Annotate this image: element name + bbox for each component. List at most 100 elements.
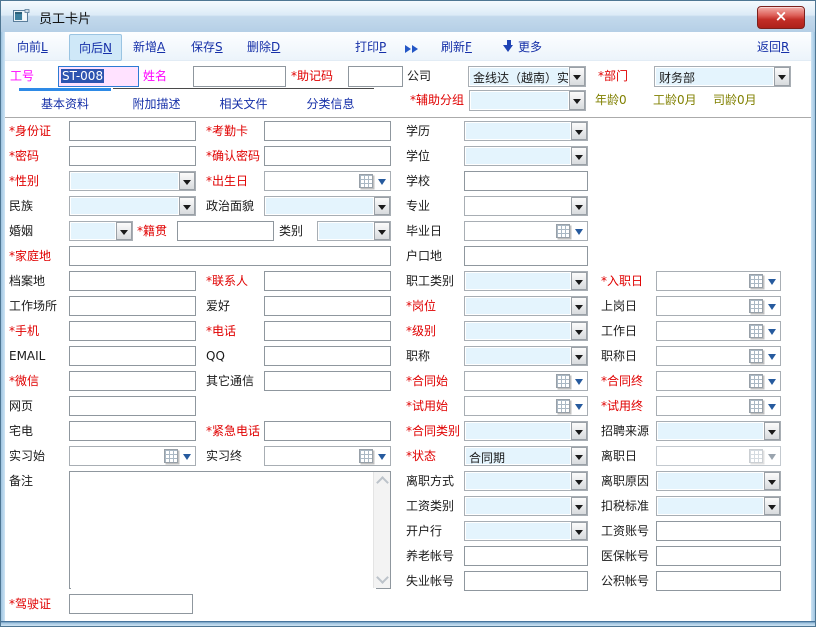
calendar-icon[interactable] [749, 374, 763, 388]
school-field[interactable] [464, 171, 588, 191]
notes-textarea[interactable] [71, 473, 376, 591]
grade-field[interactable] [464, 321, 588, 341]
home-address-field[interactable] [69, 246, 391, 266]
status-field[interactable]: 合同期 [464, 446, 588, 466]
dropdown-arrow-icon[interactable] [571, 197, 587, 215]
dropdown-arrow-icon[interactable] [571, 297, 587, 315]
dropdown-arrow-icon[interactable] [764, 497, 780, 515]
bank-field[interactable] [464, 521, 588, 541]
mobile-field[interactable] [69, 321, 196, 341]
scrollbar[interactable] [373, 472, 390, 588]
internship-end-field[interactable] [264, 446, 391, 466]
recruitment-source-field[interactable] [656, 421, 781, 441]
webpage-field[interactable] [69, 396, 196, 416]
internship-start-field[interactable] [69, 446, 196, 466]
dropdown-arrow-icon[interactable] [179, 197, 195, 215]
dropdown-arrow-icon[interactable] [571, 147, 587, 165]
dropdown-arrow-icon[interactable] [768, 304, 776, 314]
departure-method-field[interactable] [464, 471, 588, 491]
gender-field[interactable] [69, 171, 196, 191]
calendar-icon[interactable] [749, 274, 763, 288]
dropdown-arrow-icon[interactable] [768, 379, 776, 389]
archive-location-field[interactable] [69, 271, 196, 291]
dropdown-arrow-icon[interactable] [571, 122, 587, 140]
title-date-field[interactable] [656, 346, 781, 366]
salary-category-field[interactable] [464, 496, 588, 516]
email-field[interactable] [69, 346, 196, 366]
attendance-card-field[interactable] [264, 121, 391, 141]
dropdown-arrow-icon[interactable] [768, 454, 776, 464]
salary-account-field[interactable] [656, 521, 781, 541]
calendar-icon[interactable] [749, 349, 763, 363]
hobby-field[interactable] [264, 296, 391, 316]
calendar-icon[interactable] [749, 449, 763, 463]
graduation-date-field[interactable] [464, 221, 588, 241]
emergency-phone-field[interactable] [264, 421, 391, 441]
dropdown-arrow-icon[interactable] [768, 404, 776, 414]
dropdown-arrow-icon[interactable] [378, 454, 386, 464]
calendar-icon[interactable] [749, 399, 763, 413]
work-date-field[interactable] [656, 321, 781, 341]
household-registration-field[interactable] [464, 246, 588, 266]
marital-status-field[interactable] [69, 221, 133, 241]
confirm-password-field[interactable] [264, 146, 391, 166]
calendar-icon[interactable] [749, 324, 763, 338]
dropdown-arrow-icon[interactable] [374, 197, 390, 215]
employee-category-field[interactable] [464, 271, 588, 291]
other-contact-field[interactable] [264, 371, 391, 391]
contact-person-field[interactable] [264, 271, 391, 291]
drivers-license-field[interactable] [69, 594, 193, 614]
calendar-icon[interactable] [556, 399, 570, 413]
position-field[interactable] [464, 296, 588, 316]
major-field[interactable] [464, 196, 588, 216]
dropdown-arrow-icon[interactable] [764, 472, 780, 490]
calendar-icon[interactable] [556, 224, 570, 238]
scroll-down-icon[interactable] [376, 571, 389, 584]
home-phone-field[interactable] [69, 421, 196, 441]
dropdown-arrow-icon[interactable] [571, 472, 587, 490]
scroll-up-icon[interactable] [376, 476, 389, 489]
medical-account-field[interactable] [656, 546, 781, 566]
calendar-icon[interactable] [359, 449, 373, 463]
birth-date-field[interactable] [264, 171, 391, 191]
dropdown-arrow-icon[interactable] [768, 354, 776, 364]
calendar-icon[interactable] [556, 374, 570, 388]
contract-type-field[interactable] [464, 421, 588, 441]
qq-field[interactable] [264, 346, 391, 366]
education-field[interactable] [464, 121, 588, 141]
dropdown-arrow-icon[interactable] [571, 497, 587, 515]
unemployment-account-field[interactable] [464, 571, 588, 591]
housing-fund-account-field[interactable] [656, 571, 781, 591]
tax-standard-field[interactable] [656, 496, 781, 516]
id-number-field[interactable] [69, 121, 196, 141]
probation-end-field[interactable] [656, 396, 781, 416]
pension-account-field[interactable] [464, 546, 588, 566]
dropdown-arrow-icon[interactable] [183, 454, 191, 464]
dropdown-arrow-icon[interactable] [571, 322, 587, 340]
dropdown-arrow-icon[interactable] [571, 422, 587, 440]
calendar-icon[interactable] [749, 299, 763, 313]
departure-date-field[interactable] [656, 446, 781, 466]
dropdown-arrow-icon[interactable] [179, 172, 195, 190]
phone-field[interactable] [264, 321, 391, 341]
calendar-icon[interactable] [164, 449, 178, 463]
departure-reason-field[interactable] [656, 471, 781, 491]
job-title-field[interactable] [464, 346, 588, 366]
contract-start-field[interactable] [464, 371, 588, 391]
start-date-field[interactable] [656, 296, 781, 316]
dropdown-arrow-icon[interactable] [378, 179, 386, 189]
dropdown-arrow-icon[interactable] [571, 447, 587, 465]
category-field[interactable] [317, 221, 391, 241]
dropdown-arrow-icon[interactable] [571, 272, 587, 290]
calendar-icon[interactable] [359, 174, 373, 188]
dropdown-arrow-icon[interactable] [374, 222, 390, 240]
dropdown-arrow-icon[interactable] [764, 422, 780, 440]
dropdown-arrow-icon[interactable] [571, 522, 587, 540]
dropdown-arrow-icon[interactable] [116, 222, 132, 240]
dropdown-arrow-icon[interactable] [768, 329, 776, 339]
wechat-field[interactable] [69, 371, 196, 391]
ethnicity-field[interactable] [69, 196, 196, 216]
dropdown-arrow-icon[interactable] [768, 279, 776, 289]
contract-end-field[interactable] [656, 371, 781, 391]
dropdown-arrow-icon[interactable] [575, 229, 583, 239]
